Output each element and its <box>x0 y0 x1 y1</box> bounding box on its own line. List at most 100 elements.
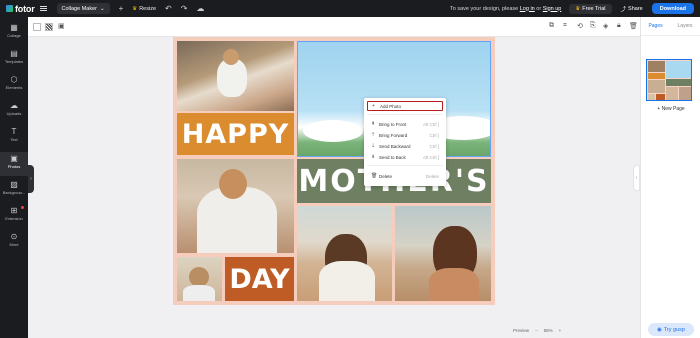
happy-text-cell[interactable]: HAPPY <box>177 113 294 155</box>
hamburger-menu-icon[interactable] <box>39 6 47 11</box>
copy-style-icon[interactable]: ⎘ <box>590 22 596 30</box>
sidebar-item-more[interactable]: ⊙ More <box>0 232 28 247</box>
page-thumbnail[interactable] <box>646 59 692 101</box>
add-button[interactable]: + <box>119 4 124 13</box>
resize-button[interactable]: ♛ Resize <box>132 6 156 12</box>
trash-icon[interactable]: 🗑︎ <box>629 22 638 30</box>
signup-link[interactable]: Sign up <box>543 6 562 12</box>
zoom-level[interactable]: 55% <box>544 328 553 333</box>
menu-item-label: Bring to Front <box>379 121 407 127</box>
cloud-save-button[interactable]: ☁ <box>196 4 204 13</box>
sidebar-item-photos[interactable]: ▣ Photos <box>0 152 28 176</box>
delete-menu-item[interactable]: 🗑︎ Delete Delete <box>367 171 443 181</box>
download-button[interactable]: Download <box>651 3 694 14</box>
bring-to-front-icon: ⇞ <box>371 121 376 127</box>
left-sidebar: ▦ Collage ▤ Templates ⬡ Elements ☁ Uploa… <box>0 17 28 338</box>
photo-cell-child-sand[interactable] <box>177 41 294 111</box>
happy-text: HAPPY <box>181 118 290 150</box>
sidebar-item-extension[interactable]: ⊞ Extension <box>0 206 28 221</box>
photo-cell-mother-hug[interactable] <box>177 159 294 253</box>
tab-pages[interactable]: Pages <box>648 23 662 29</box>
photo-cell-child-portrait[interactable] <box>177 257 222 301</box>
resize-label: Resize <box>139 5 156 12</box>
photo-subject-head <box>189 267 209 287</box>
thumb-photo <box>666 87 678 100</box>
thumb-photo <box>648 80 665 93</box>
chevron-down-icon: ⌄ <box>99 5 105 12</box>
zoom-bar: Preview − 55% + <box>507 324 581 336</box>
share-icon: ⤴ <box>620 6 627 13</box>
crown-icon: ♛ <box>575 5 581 12</box>
thumb-mothers <box>666 79 691 86</box>
crop-icon[interactable]: ⌗ <box>563 22 567 30</box>
layers-icon[interactable]: ◈ <box>603 22 608 30</box>
thumb-photo <box>679 87 691 100</box>
trash-icon: 🗑︎ <box>371 173 378 179</box>
flip-icon[interactable]: ⟲ <box>577 22 583 30</box>
bring-forward-menu-item[interactable]: ⇡ Bring Forward Ctrl ] <box>367 130 443 140</box>
mode-dropdown[interactable]: Collage Maker ⌄ <box>56 3 110 14</box>
chevron-right-icon: › <box>635 175 638 181</box>
free-trial-button[interactable]: ♛ Free Trial <box>569 3 612 14</box>
collage-canvas[interactable]: HAPPY DAY MOTHER'S <box>173 37 495 305</box>
fotor-logo-text: fotor <box>15 3 35 14</box>
sidebar-item-elements[interactable]: ⬡ Elements <box>0 75 28 90</box>
zoom-out-button[interactable]: − <box>535 328 538 333</box>
cloud-shape <box>303 120 363 142</box>
upload-icon: ☁ <box>10 101 18 110</box>
sidebar-item-label: Uploads <box>6 111 22 116</box>
share-button[interactable]: ⤴ Share <box>621 5 643 13</box>
help-button[interactable]: ◉ Try gusp <box>648 323 694 336</box>
photo-cell-beach-child[interactable] <box>395 206 491 301</box>
send-to-back-menu-item[interactable]: ⇟ Send to Back Alt Ctrl [ <box>367 152 443 162</box>
tab-layers[interactable]: Layers <box>678 23 693 29</box>
notification-dot <box>21 206 24 209</box>
day-text-cell[interactable]: DAY <box>225 257 294 301</box>
collapse-panel-button[interactable]: › <box>28 165 34 193</box>
add-photo-menu-item[interactable]: + Add Photo <box>367 101 443 111</box>
menu-item-label: Send Backward <box>379 143 411 149</box>
sidebar-item-label: Elements <box>5 85 23 90</box>
context-menu: + Add Photo ⇞ Bring to Front Alt Ctrl ] … <box>364 98 446 186</box>
send-backward-menu-item[interactable]: ⇣ Send Backward Ctrl [ <box>367 141 443 151</box>
bring-to-front-menu-item[interactable]: ⇞ Bring to Front Alt Ctrl ] <box>367 119 443 129</box>
sidebar-item-text[interactable]: T Text <box>0 127 28 142</box>
login-link[interactable]: Log in <box>520 6 535 12</box>
undo-icon: ↶ <box>165 4 172 13</box>
bring-forward-icon: ⇡ <box>371 132 376 138</box>
fotor-logo[interactable]: fotor <box>6 4 35 14</box>
save-message: To save your design, please Log in or Si… <box>450 6 561 12</box>
menu-item-label: Delete <box>379 173 393 179</box>
transparency-icon[interactable] <box>45 23 53 31</box>
sidebar-item-background[interactable]: ▨ Backgroun... <box>0 180 28 195</box>
preview-button[interactable]: Preview <box>513 328 529 333</box>
menu-item-label: Bring Forward <box>379 132 408 138</box>
zoom-in-button[interactable]: + <box>559 328 562 333</box>
help-label: Try gusp <box>663 326 685 333</box>
new-page-button[interactable]: + New Page <box>646 106 696 112</box>
grid-icon[interactable]: ▣ <box>58 22 65 30</box>
menu-item-shortcut: Alt Ctrl ] <box>422 121 439 127</box>
redo-icon: ↷ <box>180 4 188 13</box>
menu-item-shortcut: Delete <box>425 173 439 179</box>
text-icon: T <box>11 127 17 136</box>
sidebar-item-uploads[interactable]: ☁ Uploads <box>0 101 28 116</box>
editor-toolbar: ▣ ⧉ ⌗ ⟲ ⎘ ◈ 🔒︎ 🗑︎ <box>28 17 640 37</box>
chevron-right-icon: › <box>30 176 32 182</box>
redo-button[interactable]: ↷ <box>181 4 188 13</box>
right-panel-toggle[interactable]: › <box>633 165 640 191</box>
lock-icon[interactable]: 🔒︎ <box>617 22 621 30</box>
photo-subject <box>429 268 479 301</box>
photo-subject <box>319 261 375 301</box>
save-message-text: To save your design, please <box>450 5 519 12</box>
undo-button[interactable]: ↶ <box>165 4 172 13</box>
background-icon: ▨ <box>10 180 18 189</box>
duplicate-icon[interactable]: ⧉ <box>549 22 554 30</box>
background-color-swatch[interactable] <box>33 23 41 31</box>
thumb-sky <box>666 61 691 78</box>
sidebar-item-collage[interactable]: ▦ Collage <box>0 23 28 38</box>
photo-cell-beach-woman[interactable] <box>297 206 392 301</box>
sidebar-item-label: Extension <box>5 216 23 221</box>
send-backward-icon: ⇣ <box>371 143 376 149</box>
sidebar-item-templates[interactable]: ▤ Templates <box>0 49 28 64</box>
